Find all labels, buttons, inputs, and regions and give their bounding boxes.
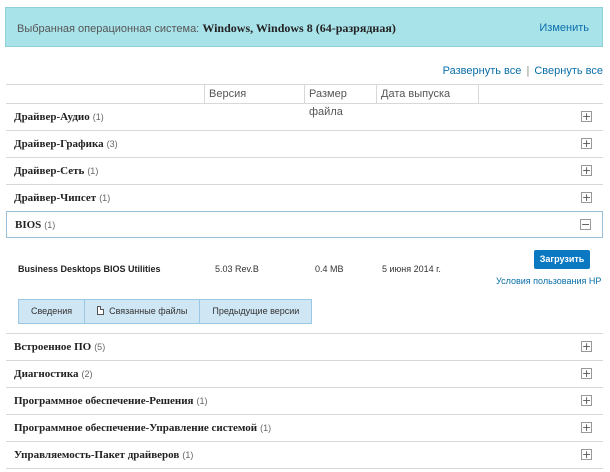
column-version: Версия — [204, 85, 304, 103]
expand-collapse-links: Развернуть все | Свернуть все — [443, 65, 603, 77]
collapse-all-link[interactable]: Свернуть все — [534, 65, 603, 77]
category-title: Драйвер-Сеть (1) — [14, 165, 99, 177]
os-value: Windows, Windows 8 (64-разрядная) — [202, 21, 396, 35]
category-row-network[interactable]: Драйвер-Сеть (1) + — [6, 158, 603, 185]
category-row-bios[interactable]: BIOS (1) − — [6, 211, 603, 238]
expand-icon[interactable]: + — [581, 368, 592, 379]
file-size: 0.4 MB — [315, 264, 344, 274]
category-row-chipset[interactable]: Драйвер-Чипсет (1) + — [6, 185, 603, 212]
os-banner: Выбранная операционная система: Windows,… — [5, 7, 603, 47]
category-count: (1) — [44, 220, 56, 230]
category-row-graphics[interactable]: Драйвер-Графика (3) + — [6, 131, 603, 158]
expand-icon[interactable]: + — [581, 422, 592, 433]
bios-detail-panel: Business Desktops BIOS Utilities 5.03 Re… — [6, 238, 603, 334]
category-count: (2) — [81, 369, 93, 379]
detail-tabs: Сведения Связанные файлы Предыдущие верс… — [18, 299, 313, 324]
category-title: Программное обеспечение-Решения (1) — [14, 395, 208, 407]
column-size: Размер файла — [304, 85, 379, 118]
expand-icon[interactable]: + — [581, 395, 592, 406]
tab-related-files[interactable]: Связанные файлы — [85, 300, 201, 323]
change-os-link[interactable]: Изменить — [539, 8, 589, 48]
tab-previous-versions[interactable]: Предыдущие версии — [200, 300, 311, 323]
file-icon — [97, 306, 105, 315]
category-title: Встроенное ПО (5) — [14, 341, 106, 353]
category-count: (1) — [260, 423, 272, 433]
category-title: Драйвер-Чипсет (1) — [14, 192, 111, 204]
category-row-audio[interactable]: Драйвер-Аудио (1) + — [6, 104, 603, 131]
category-count: (3) — [106, 139, 118, 149]
category-row-firmware[interactable]: Встроенное ПО (5) + — [6, 334, 603, 361]
category-title: Драйвер-Графика (3) — [14, 138, 118, 150]
category-title: Диагностика (2) — [14, 368, 93, 380]
expand-icon[interactable]: + — [581, 192, 592, 203]
category-row-driver-pack[interactable]: Управляемость-Пакет драйверов (1) + — [6, 442, 603, 469]
expand-icon[interactable]: + — [581, 138, 592, 149]
terms-link[interactable]: Условия пользования HP — [496, 276, 601, 286]
column-actions — [478, 85, 603, 103]
file-date: 5 июня 2014 г. — [382, 264, 441, 274]
category-row-software-solutions[interactable]: Программное обеспечение-Решения (1) + — [6, 388, 603, 415]
expand-icon[interactable]: + — [581, 449, 592, 460]
expand-icon[interactable]: + — [581, 165, 592, 176]
collapse-icon[interactable]: − — [580, 219, 591, 230]
os-label: Выбранная операционная система: — [17, 23, 200, 35]
category-title: Управляемость-Пакет драйверов (1) — [14, 449, 194, 461]
category-count: (1) — [87, 166, 99, 176]
category-count: (1) — [92, 112, 104, 122]
category-count: (1) — [196, 396, 208, 406]
category-count: (5) — [94, 342, 106, 352]
category-row-diagnostics[interactable]: Диагностика (2) + — [6, 361, 603, 388]
category-row-software-management[interactable]: Программное обеспечение-Управление систе… — [6, 415, 603, 442]
links-separator: | — [526, 65, 530, 77]
column-header: Версия Размер файла Дата выпуска — [6, 84, 603, 118]
category-title: BIOS (1) — [15, 219, 56, 231]
category-title: Программное обеспечение-Управление систе… — [14, 422, 272, 434]
category-title: Драйвер-Аудио (1) — [14, 111, 104, 123]
column-date: Дата выпуска — [376, 85, 479, 103]
category-count: (1) — [182, 450, 194, 460]
file-name: Business Desktops BIOS Utilities — [18, 264, 161, 274]
tab-details[interactable]: Сведения — [19, 300, 86, 323]
expand-icon[interactable]: + — [581, 111, 592, 122]
download-button[interactable]: Загрузить — [534, 250, 590, 269]
expand-icon[interactable]: + — [581, 341, 592, 352]
expand-all-link[interactable]: Развернуть все — [443, 65, 522, 77]
category-count: (1) — [99, 193, 111, 203]
file-version: 5.03 Rev.B — [215, 264, 259, 274]
